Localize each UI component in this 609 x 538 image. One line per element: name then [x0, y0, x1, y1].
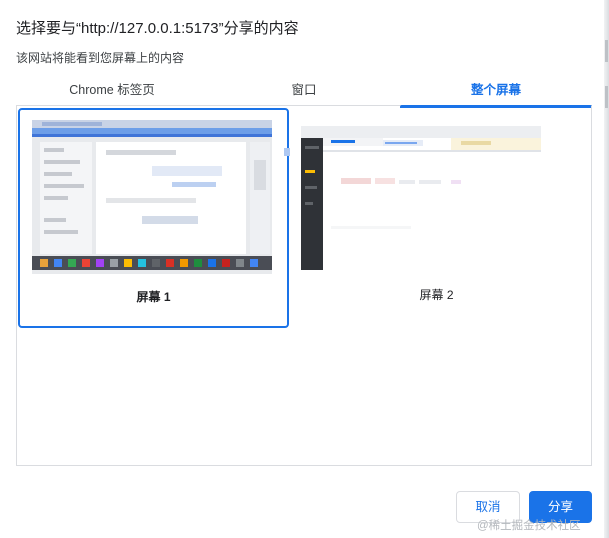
screen-label: 屏幕 1 — [136, 290, 171, 304]
window-edge — [604, 0, 609, 538]
screen-label: 屏幕 2 — [419, 288, 454, 302]
screen-list-panel: 屏幕 1 屏幕 2 — [16, 106, 592, 466]
source-tabs: Chrome 标签页 窗口 整个屏幕 — [16, 77, 592, 108]
tab-window[interactable]: 窗口 — [208, 77, 400, 106]
tab-entire-screen[interactable]: 整个屏幕 — [400, 77, 592, 108]
watermark: @稀土掘金技术社区 — [477, 520, 581, 532]
dialog-title: 选择要与“http://127.0.0.1:5173”分享的内容 — [16, 20, 299, 37]
tab-chrome-tabs[interactable]: Chrome 标签页 — [16, 77, 208, 106]
screen-2-thumbnail — [301, 126, 541, 270]
screen-share-dialog: 选择要与“http://127.0.0.1:5173”分享的内容 该网站将能看到… — [0, 0, 609, 538]
screen-1-thumbnail — [32, 120, 272, 274]
dialog-subtitle: 该网站将能看到您屏幕上的内容 — [16, 51, 185, 65]
